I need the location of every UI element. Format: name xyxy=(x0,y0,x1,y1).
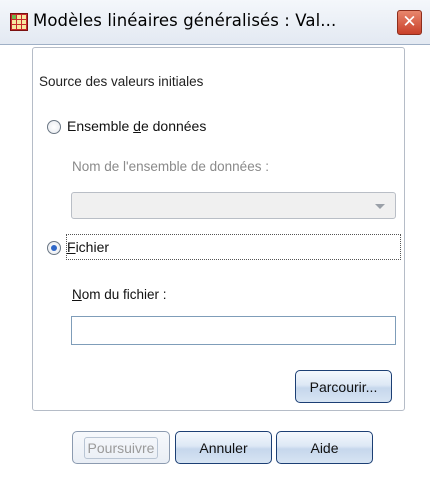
chevron-down-icon xyxy=(375,204,385,209)
browse-button[interactable]: Parcourir... xyxy=(295,370,392,403)
group-legend: Source des valeurs initiales xyxy=(36,74,207,89)
close-icon: ✕ xyxy=(402,12,417,32)
cancel-button[interactable]: Annuler xyxy=(175,431,272,464)
dataset-radio[interactable] xyxy=(47,120,61,134)
continue-button[interactable]: Poursuivre xyxy=(72,431,170,464)
spreadsheet-grid-icon xyxy=(10,13,28,31)
window-title: Modèles linéaires généralisés : Val... xyxy=(33,11,337,30)
file-name-label: Nom du fichier : xyxy=(72,287,167,302)
help-button[interactable]: Aide xyxy=(276,431,373,464)
initial-values-source-group xyxy=(32,47,405,411)
dataset-name-dropdown[interactable] xyxy=(71,192,396,219)
dataset-name-label: Nom de l'ensemble de données : xyxy=(72,159,269,174)
focus-rectangle xyxy=(66,234,401,260)
title-bar: Modèles linéaires généralisés : Val... ✕ xyxy=(0,0,430,45)
file-radio-label[interactable]: Fichier xyxy=(67,239,109,255)
file-radio[interactable] xyxy=(47,241,61,255)
close-button[interactable]: ✕ xyxy=(397,10,422,35)
file-name-field[interactable] xyxy=(71,316,396,345)
dataset-radio-label[interactable]: Ensemble de données xyxy=(67,118,206,134)
